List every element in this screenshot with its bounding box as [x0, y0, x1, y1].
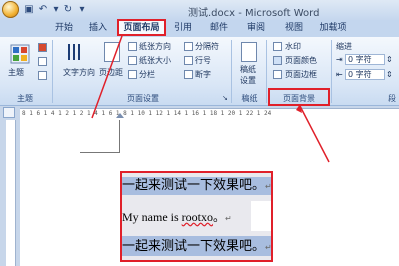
hyphenation-icon: [184, 70, 193, 79]
manuscript-label-2[interactable]: 设置: [240, 75, 256, 86]
hyphenation-label[interactable]: 断字: [195, 69, 211, 80]
group-label-paragraph: 段: [388, 94, 396, 103]
line-numbers-icon: [184, 56, 193, 65]
page-setup-launcher-icon[interactable]: ↘: [222, 93, 228, 104]
line-1-text: 一起来测试一下效果吧。: [122, 178, 266, 193]
line-numbers-label[interactable]: 行号: [195, 55, 211, 66]
manuscript-icon[interactable]: [241, 42, 257, 62]
indent-left-icon: ⇥: [336, 55, 343, 64]
crop-mark: [119, 120, 120, 153]
group-separator: [231, 40, 232, 103]
group-separator: [266, 40, 267, 103]
theme-effects-icon[interactable]: [38, 71, 47, 80]
tab-selector-button[interactable]: [3, 107, 15, 118]
tab-references[interactable]: 引用: [170, 21, 196, 35]
breaks-icon: [184, 42, 193, 51]
undo-dropdown-icon[interactable]: ▾: [50, 4, 62, 15]
save-icon[interactable]: ▣: [23, 4, 35, 15]
crop-mark: [80, 152, 120, 153]
group-label-manuscript: 稿纸: [241, 94, 258, 103]
customize-qat-icon[interactable]: ▾: [76, 4, 88, 15]
paragraph-mark: ↵: [225, 214, 232, 223]
tab-view[interactable]: 视图: [281, 21, 307, 35]
watermark-icon: [273, 42, 282, 51]
breaks-label[interactable]: 分隔符: [195, 41, 219, 52]
indent-left-input[interactable]: 0 字符: [345, 54, 385, 65]
text-direction-label[interactable]: 文字方向: [63, 67, 95, 78]
group-separator: [331, 40, 332, 103]
size-label[interactable]: 纸张大小: [139, 55, 171, 66]
margins-label[interactable]: 页边距: [99, 67, 123, 78]
tab-home[interactable]: 开始: [50, 21, 78, 35]
document-line-2[interactable]: My name is rootxo。↵: [122, 208, 232, 228]
redo-icon[interactable]: ↻: [62, 4, 74, 15]
theme-fonts-icon[interactable]: [38, 57, 47, 66]
vertical-ruler: [6, 120, 16, 266]
group-label-page-setup: 页面设置: [127, 94, 159, 103]
tab-mailings[interactable]: 邮件: [206, 21, 232, 35]
undo-icon[interactable]: ↶: [37, 4, 49, 15]
tab-page-layout[interactable]: 页面布局: [119, 21, 164, 35]
theme-colors-icon[interactable]: [38, 43, 47, 52]
indent-left-spinner-icon[interactable]: ⇕: [386, 54, 393, 65]
page-borders-icon: [273, 70, 282, 79]
indent-right-spinner-icon[interactable]: ⇕: [386, 69, 393, 80]
page-borders-label[interactable]: 页面边框: [285, 69, 317, 80]
themes-icon: [10, 44, 30, 64]
paragraph-mark: ↵: [265, 182, 272, 191]
tab-addins[interactable]: 加载项: [315, 21, 351, 35]
columns-icon: [128, 70, 137, 79]
tab-insert[interactable]: 插入: [84, 21, 112, 35]
themes-button[interactable]: [10, 44, 30, 64]
paragraph-mark: ↵: [265, 243, 272, 252]
themes-label: 主题: [8, 68, 24, 77]
tab-review[interactable]: 审阅: [243, 21, 269, 35]
indent-label: 缩进: [336, 42, 352, 51]
watermark-label[interactable]: 水印: [285, 41, 301, 52]
group-separator: [52, 40, 53, 103]
columns-label[interactable]: 分栏: [139, 69, 155, 80]
page-color-icon: [273, 56, 282, 65]
indent-right-input[interactable]: 0 字符: [345, 69, 385, 80]
margins-icon[interactable]: [104, 42, 120, 62]
window-title: 测试.docx - Microsoft Word: [188, 8, 320, 19]
document-line-1[interactable]: 一起来测试一下效果吧。↵: [122, 177, 272, 196]
ruler-marks: 8 1 6 1 4 1 2 1 2 1 4 1 6 1 8 1 10 1 12 …: [22, 110, 272, 117]
line-3-text: 一起来测试一下效果吧。: [122, 239, 266, 254]
indent-right-icon: ⇤: [336, 70, 343, 79]
manuscript-label-1[interactable]: 稿纸: [240, 64, 256, 75]
group-label-themes: 主题: [17, 94, 33, 103]
orientation-icon: [128, 42, 137, 51]
line-2-prefix: My name is: [122, 210, 182, 224]
orientation-label[interactable]: 纸张方向: [139, 41, 171, 52]
page-color-label[interactable]: 页面颜色: [285, 55, 317, 66]
unselected-gap: [251, 201, 271, 231]
document-line-3[interactable]: 一起来测试一下效果吧。↵: [122, 238, 272, 257]
misspelled-word[interactable]: rootxo: [182, 210, 213, 224]
text-direction-icon[interactable]: [66, 42, 84, 62]
group-label-page-background: 页面背景: [283, 94, 315, 103]
size-icon: [128, 56, 137, 65]
line-2-suffix: 。: [213, 210, 226, 224]
office-button[interactable]: [2, 1, 19, 18]
